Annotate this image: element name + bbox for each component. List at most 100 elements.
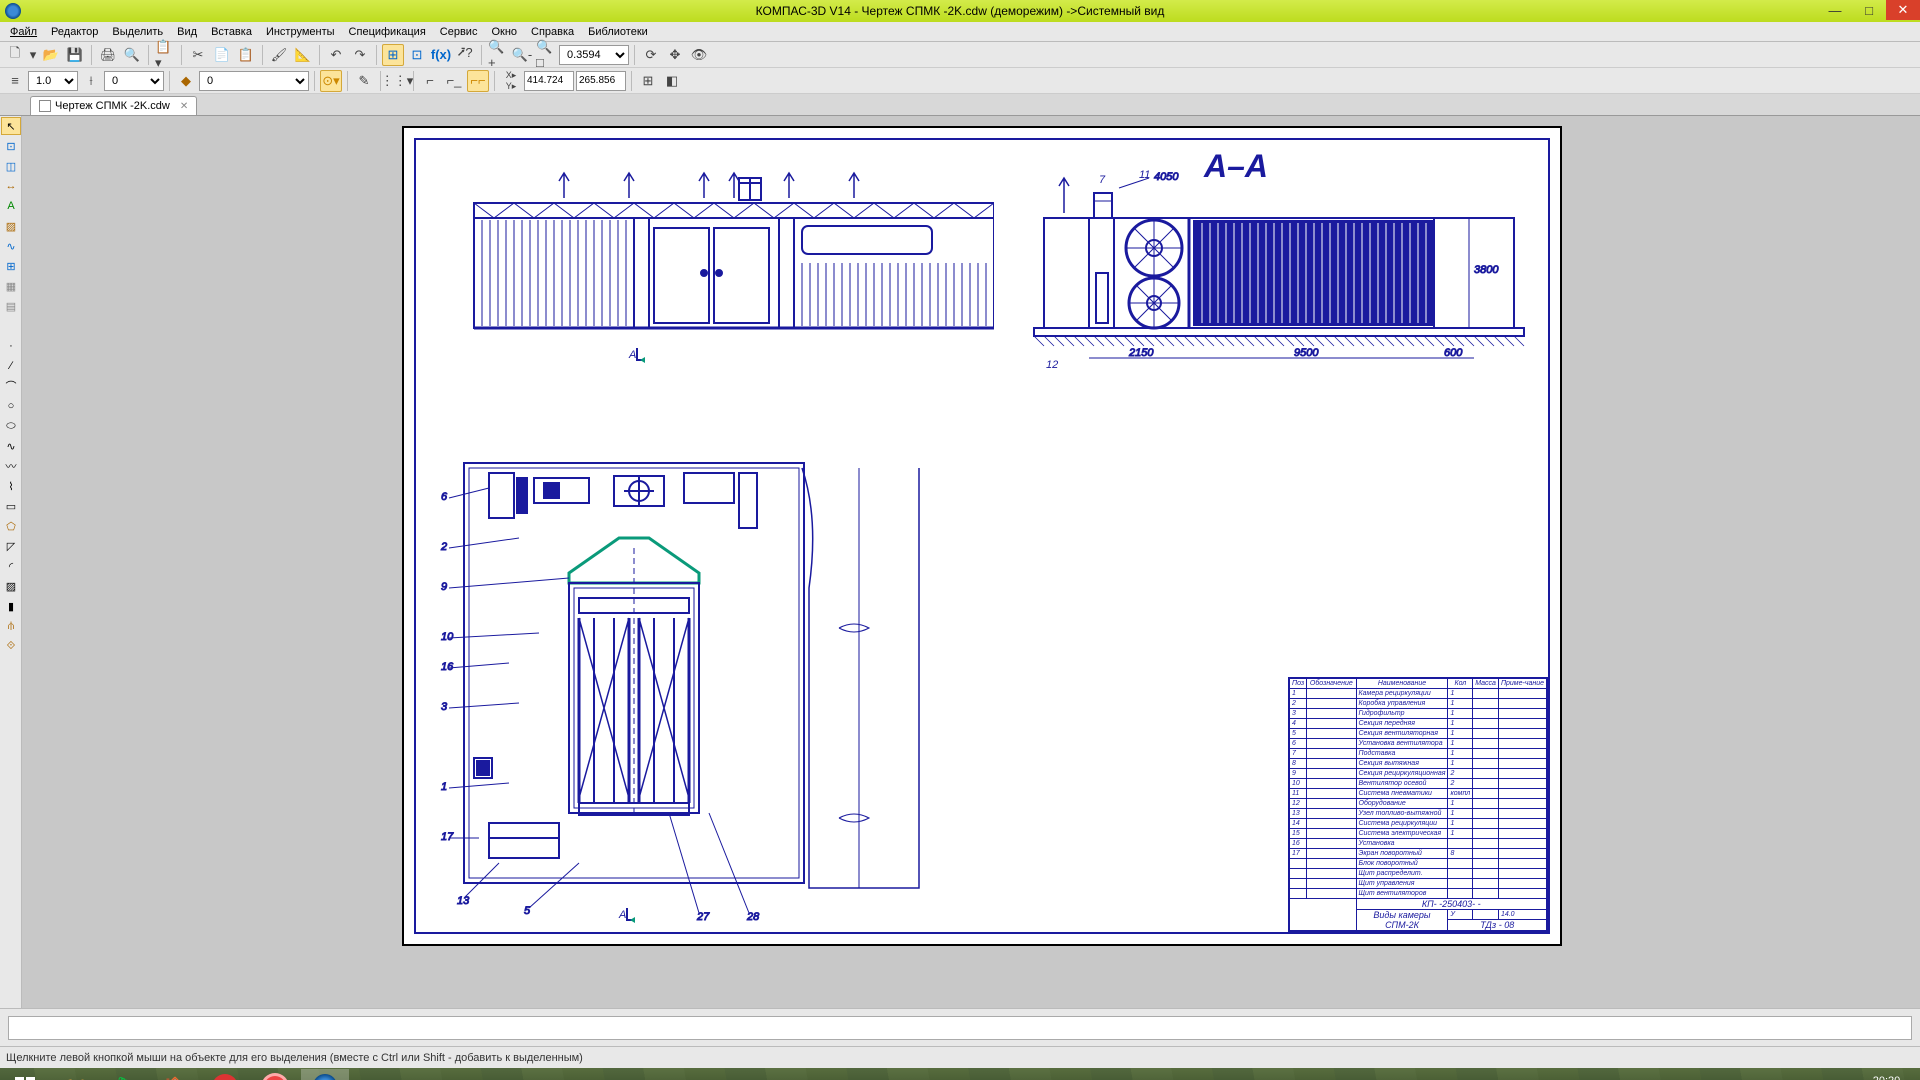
extra2-button[interactable]: ◧ [661,70,683,92]
menu-libs[interactable]: Библиотеки [581,24,655,40]
coord-y[interactable]: 265.856 [576,71,626,91]
copy-button[interactable]: 📄 [211,44,233,66]
tool-table[interactable]: ⊞ [1,257,21,275]
zoom-out-button[interactable]: 🔍- [511,44,533,66]
opera-button[interactable] [201,1069,249,1080]
geom-bezier[interactable]: ∿ [1,437,21,455]
menu-select[interactable]: Выделить [105,24,170,40]
command-input[interactable] [8,1016,1912,1040]
zoom-fit-button[interactable]: 🔍□ [535,44,557,66]
zoom-combo[interactable]: 0.3594 [559,45,629,65]
refresh-button[interactable]: ⟳ [640,44,662,66]
tool-spline[interactable]: ∿ [1,237,21,255]
menu-file[interactable]: Файл [3,24,44,40]
plan-view: 6 2 9 10 16 3 1 17 13 5 27 28 А [419,418,1119,928]
zoom-in-button[interactable]: 🔍+ [487,44,509,66]
pan-button[interactable]: ✥ [664,44,686,66]
minimize-button[interactable]: — [1818,0,1852,20]
maximize-button[interactable]: □ [1852,0,1886,20]
tool-hatch[interactable]: ▨ [1,217,21,235]
layer-icon[interactable]: ◆ [175,70,197,92]
elevation-front: А [434,148,994,368]
ortho-button[interactable]: ⌐ [419,70,441,92]
geom-ellipse[interactable]: ⬭ [1,417,21,435]
snap-button[interactable]: ⊙▾ [320,70,342,92]
marker-button[interactable]: ✎ [353,70,375,92]
format-button[interactable]: 🖌 [268,44,290,66]
grid-button[interactable]: ⊞ [382,44,404,66]
svg-text:7: 7 [1099,174,1106,186]
menu-insert[interactable]: Вставка [204,24,259,40]
save-button[interactable]: 💾 [64,44,86,66]
geom-point[interactable]: · [1,337,21,355]
menu-help[interactable]: Справка [524,24,581,40]
view-button[interactable]: 👁 [688,44,710,66]
dropdown-icon[interactable]: ▾ [28,44,38,66]
close-button[interactable]: ✕ [1886,0,1920,20]
geom-arc[interactable]: ⌒ [1,377,21,395]
geom-break[interactable]: ⌇ [1,477,21,495]
menu-tools[interactable]: Инструменты [259,24,342,40]
props-button[interactable]: 📋▾ [154,44,176,66]
coord-x[interactable]: 414.724 [524,71,574,91]
open-button[interactable]: 📂 [40,44,62,66]
tool-dim[interactable]: ↔ [1,177,21,195]
status-text: Щелкните левой кнопкой мыши на объекте д… [6,1052,583,1064]
track-button[interactable]: ⌐⌐ [467,70,489,92]
svg-text:2: 2 [440,541,447,553]
step-icon[interactable]: ⟊ [80,70,102,92]
osnap-button[interactable]: ⌐_ [443,70,465,92]
preview-button[interactable]: 🔍 [121,44,143,66]
tool-line[interactable]: ⊡ [1,137,21,155]
redo-button[interactable]: ↷ [349,44,371,66]
geom-hatch[interactable]: ▨ [1,577,21,595]
kompas-task-button[interactable] [301,1069,349,1080]
store-button[interactable]: 🛍 [101,1069,149,1080]
linewidth-combo[interactable]: 1.0 [28,71,78,91]
new-button[interactable]: 🗋 [4,44,26,66]
menu-view[interactable]: Вид [170,24,204,40]
tray-clock[interactable]: 20:2020.01.2015 [1859,1075,1914,1080]
tool-text[interactable]: A [1,197,21,215]
document-tab[interactable]: Чертеж СПМК -2K.cdw ✕ [30,96,197,115]
geom-offset[interactable]: ⟐ [1,637,21,655]
tool-select[interactable]: ↖ [1,117,21,135]
geom-fill[interactable]: ▮ [1,597,21,615]
style-button[interactable]: 📐 [292,44,314,66]
geom-line[interactable]: ∕ [1,357,21,375]
geom-spline[interactable]: 〰 [1,457,21,475]
menu-edit[interactable]: Редактор [44,24,105,40]
fx-button[interactable]: f(x) [430,44,452,66]
geom-circle[interactable]: ○ [1,397,21,415]
menu-spec[interactable]: Спецификация [342,24,433,40]
tool-constr[interactable]: ▤ [1,297,21,315]
title-block: ПозОбозначениеНаименованиеКолМассаПриме-… [1288,677,1548,932]
layer-button[interactable]: ⊡ [406,44,428,66]
geom-rect[interactable]: ▭ [1,497,21,515]
menu-window[interactable]: Окно [484,24,524,40]
help-cursor-button[interactable]: ⭷? [454,44,476,66]
cut-button[interactable]: ✂ [187,44,209,66]
tool-view[interactable]: ▦ [1,277,21,295]
undo-button[interactable]: ↶ [325,44,347,66]
print-button[interactable]: 🖨 [97,44,119,66]
paste-button[interactable]: 📋 [235,44,257,66]
linewidth-icon[interactable]: ≡ [4,70,26,92]
home-button[interactable]: 🏠 [151,1069,199,1080]
drawing-canvas[interactable]: А–А [22,116,1920,1008]
layer-combo[interactable]: 0 [199,71,309,91]
grid2-button[interactable]: ⋮⋮▾ [386,70,408,92]
step-combo[interactable]: 0 [104,71,164,91]
start-button[interactable] [1,1069,49,1080]
geom-fillet[interactable]: ◜ [1,557,21,575]
geom-equid[interactable]: ⫛ [1,617,21,635]
extra1-button[interactable]: ⊞ [637,70,659,92]
geom-poly[interactable]: ⬠ [1,517,21,535]
menu-service[interactable]: Сервис [433,24,485,40]
tool-rect[interactable]: ◫ [1,157,21,175]
record-button[interactable] [251,1069,299,1080]
tab-close-icon[interactable]: ✕ [180,101,188,112]
explorer-button[interactable]: 📁 [51,1069,99,1080]
geom-chamfer[interactable]: ◸ [1,537,21,555]
tab-label: Чертеж СПМК -2K.cdw [55,100,170,112]
